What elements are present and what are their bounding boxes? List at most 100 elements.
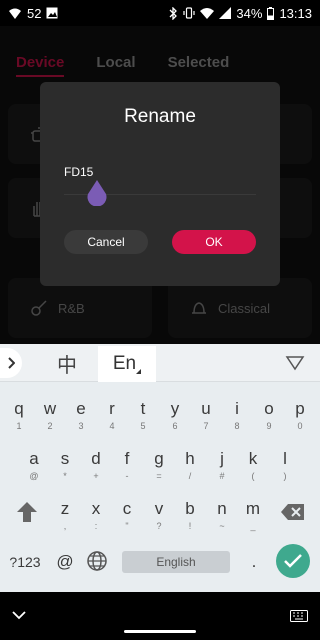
keyboard-switch-icon[interactable] bbox=[290, 610, 308, 622]
home-gesture-bar[interactable] bbox=[124, 630, 196, 633]
key-secondary-label: , bbox=[63, 521, 67, 531]
name-input[interactable]: FD15 bbox=[64, 165, 256, 206]
status-bar: 52 34% 13:13 bbox=[0, 0, 320, 26]
key-h[interactable]: h / bbox=[177, 444, 203, 488]
key-a[interactable]: a @ bbox=[21, 444, 47, 488]
key-secondary-label: 3 bbox=[78, 421, 84, 431]
checkmark-icon bbox=[284, 554, 302, 568]
key-label: q bbox=[14, 399, 24, 418]
key-secondary-label: = bbox=[156, 471, 162, 481]
backspace-key[interactable] bbox=[278, 496, 308, 540]
key-label: e bbox=[76, 399, 86, 418]
key-secondary-label: ! bbox=[188, 521, 192, 531]
key-secondary-label: 0 bbox=[297, 421, 303, 431]
key-secondary-label: ) bbox=[283, 471, 287, 481]
wifi-icon bbox=[200, 8, 215, 19]
image-icon bbox=[46, 7, 58, 19]
key-t[interactable]: t5 bbox=[130, 394, 156, 438]
key-secondary-label: + bbox=[93, 471, 99, 481]
battery-percent: 34% bbox=[236, 5, 263, 21]
corner-triangle-icon bbox=[136, 368, 142, 374]
navigation-bar bbox=[0, 592, 320, 640]
space-key[interactable]: English bbox=[122, 551, 230, 573]
dialog-title: Rename bbox=[124, 106, 196, 127]
key-x[interactable]: x: bbox=[83, 494, 109, 538]
key-label: b bbox=[185, 499, 195, 518]
key-y[interactable]: y6 bbox=[162, 394, 188, 438]
globe-icon bbox=[87, 551, 107, 571]
key-label: d bbox=[91, 449, 101, 468]
key-secondary-label: - bbox=[125, 471, 129, 481]
key-d[interactable]: d + bbox=[83, 444, 109, 488]
key-j[interactable]: j # bbox=[209, 444, 235, 488]
symbols-key[interactable]: ?123 bbox=[6, 550, 44, 574]
key-s[interactable]: s * bbox=[52, 444, 78, 488]
key-m[interactable]: m _ bbox=[240, 494, 266, 538]
notification-count: 52 bbox=[27, 5, 42, 21]
key-label: a bbox=[29, 449, 39, 468]
key-k[interactable]: k( bbox=[240, 444, 266, 488]
key-u[interactable]: u7 bbox=[193, 394, 219, 438]
key-label: ?123 bbox=[9, 554, 41, 570]
key-g[interactable]: g = bbox=[146, 444, 172, 488]
key-v[interactable]: v? bbox=[146, 494, 172, 538]
key-secondary-label: ( bbox=[251, 471, 255, 481]
key-secondary-label: ~ bbox=[219, 521, 225, 531]
key-o[interactable]: o9 bbox=[256, 394, 282, 438]
vibrate-icon bbox=[183, 7, 196, 19]
key-label: . bbox=[251, 552, 257, 571]
shift-key[interactable] bbox=[12, 496, 42, 540]
cursor-handle-icon[interactable] bbox=[86, 180, 108, 206]
backspace-icon bbox=[281, 504, 304, 520]
key-secondary-label: 9 bbox=[266, 421, 272, 431]
key-b[interactable]: b! bbox=[177, 494, 203, 538]
chinese-input-button[interactable]: 中 bbox=[36, 348, 98, 378]
key-q[interactable]: q1 bbox=[6, 394, 32, 438]
clock: 13:13 bbox=[279, 5, 312, 21]
key-secondary-label: 2 bbox=[47, 421, 53, 431]
name-input-value: FD15 bbox=[64, 165, 94, 179]
key-secondary-label: " bbox=[125, 521, 129, 531]
ok-button[interactable]: OK bbox=[172, 230, 256, 254]
key-c[interactable]: c " bbox=[114, 494, 140, 538]
key-label: j bbox=[220, 449, 224, 468]
hide-keyboard-icon[interactable] bbox=[12, 610, 26, 620]
key-secondary-label: @ bbox=[29, 471, 39, 481]
globe-key[interactable] bbox=[84, 550, 110, 574]
key-secondary-label: 4 bbox=[109, 421, 115, 431]
key-p[interactable]: p0 bbox=[287, 394, 313, 438]
english-input-button[interactable]: En bbox=[98, 346, 156, 382]
keyboard-toolbar: 中 En bbox=[0, 344, 320, 382]
soft-keyboard: 中 En q1 w2 e3 r4 t5 y6 u7 i8 o9 p0 a @ s *… bbox=[0, 344, 320, 592]
key-i[interactable]: i8 bbox=[224, 394, 250, 438]
key-w[interactable]: w2 bbox=[37, 394, 63, 438]
key-secondary-label: _ bbox=[250, 521, 256, 531]
bluetooth-icon bbox=[169, 6, 178, 20]
expand-toolbar-button[interactable] bbox=[0, 348, 22, 378]
signal-icon bbox=[219, 7, 232, 19]
status-right: 34% 13:13 bbox=[169, 6, 312, 21]
key-n[interactable]: n ~ bbox=[209, 494, 235, 538]
key-e[interactable]: e3 bbox=[68, 394, 94, 438]
key-label: i bbox=[235, 399, 239, 418]
key-r[interactable]: r4 bbox=[99, 394, 125, 438]
battery-icon bbox=[267, 6, 275, 20]
cancel-button[interactable]: Cancel bbox=[64, 230, 148, 254]
key-label: h bbox=[185, 449, 195, 468]
key-label: s bbox=[60, 449, 70, 468]
collapse-keyboard-icon[interactable] bbox=[285, 355, 305, 371]
enter-button[interactable] bbox=[276, 544, 310, 578]
key-secondary-label: : bbox=[94, 521, 98, 531]
key-label: n bbox=[217, 499, 227, 518]
chevron-right-icon bbox=[8, 357, 15, 369]
period-key[interactable]: . bbox=[242, 550, 266, 574]
key-label: l bbox=[283, 449, 287, 468]
key-l[interactable]: l) bbox=[272, 444, 298, 488]
at-key[interactable]: @ bbox=[54, 550, 76, 574]
key-secondary-label: # bbox=[219, 471, 225, 481]
key-f[interactable]: f- bbox=[114, 444, 140, 488]
key-label: f bbox=[124, 449, 130, 468]
key-z[interactable]: z, bbox=[52, 494, 78, 538]
key-label: u bbox=[201, 399, 211, 418]
key-secondary-label: 6 bbox=[172, 421, 178, 431]
